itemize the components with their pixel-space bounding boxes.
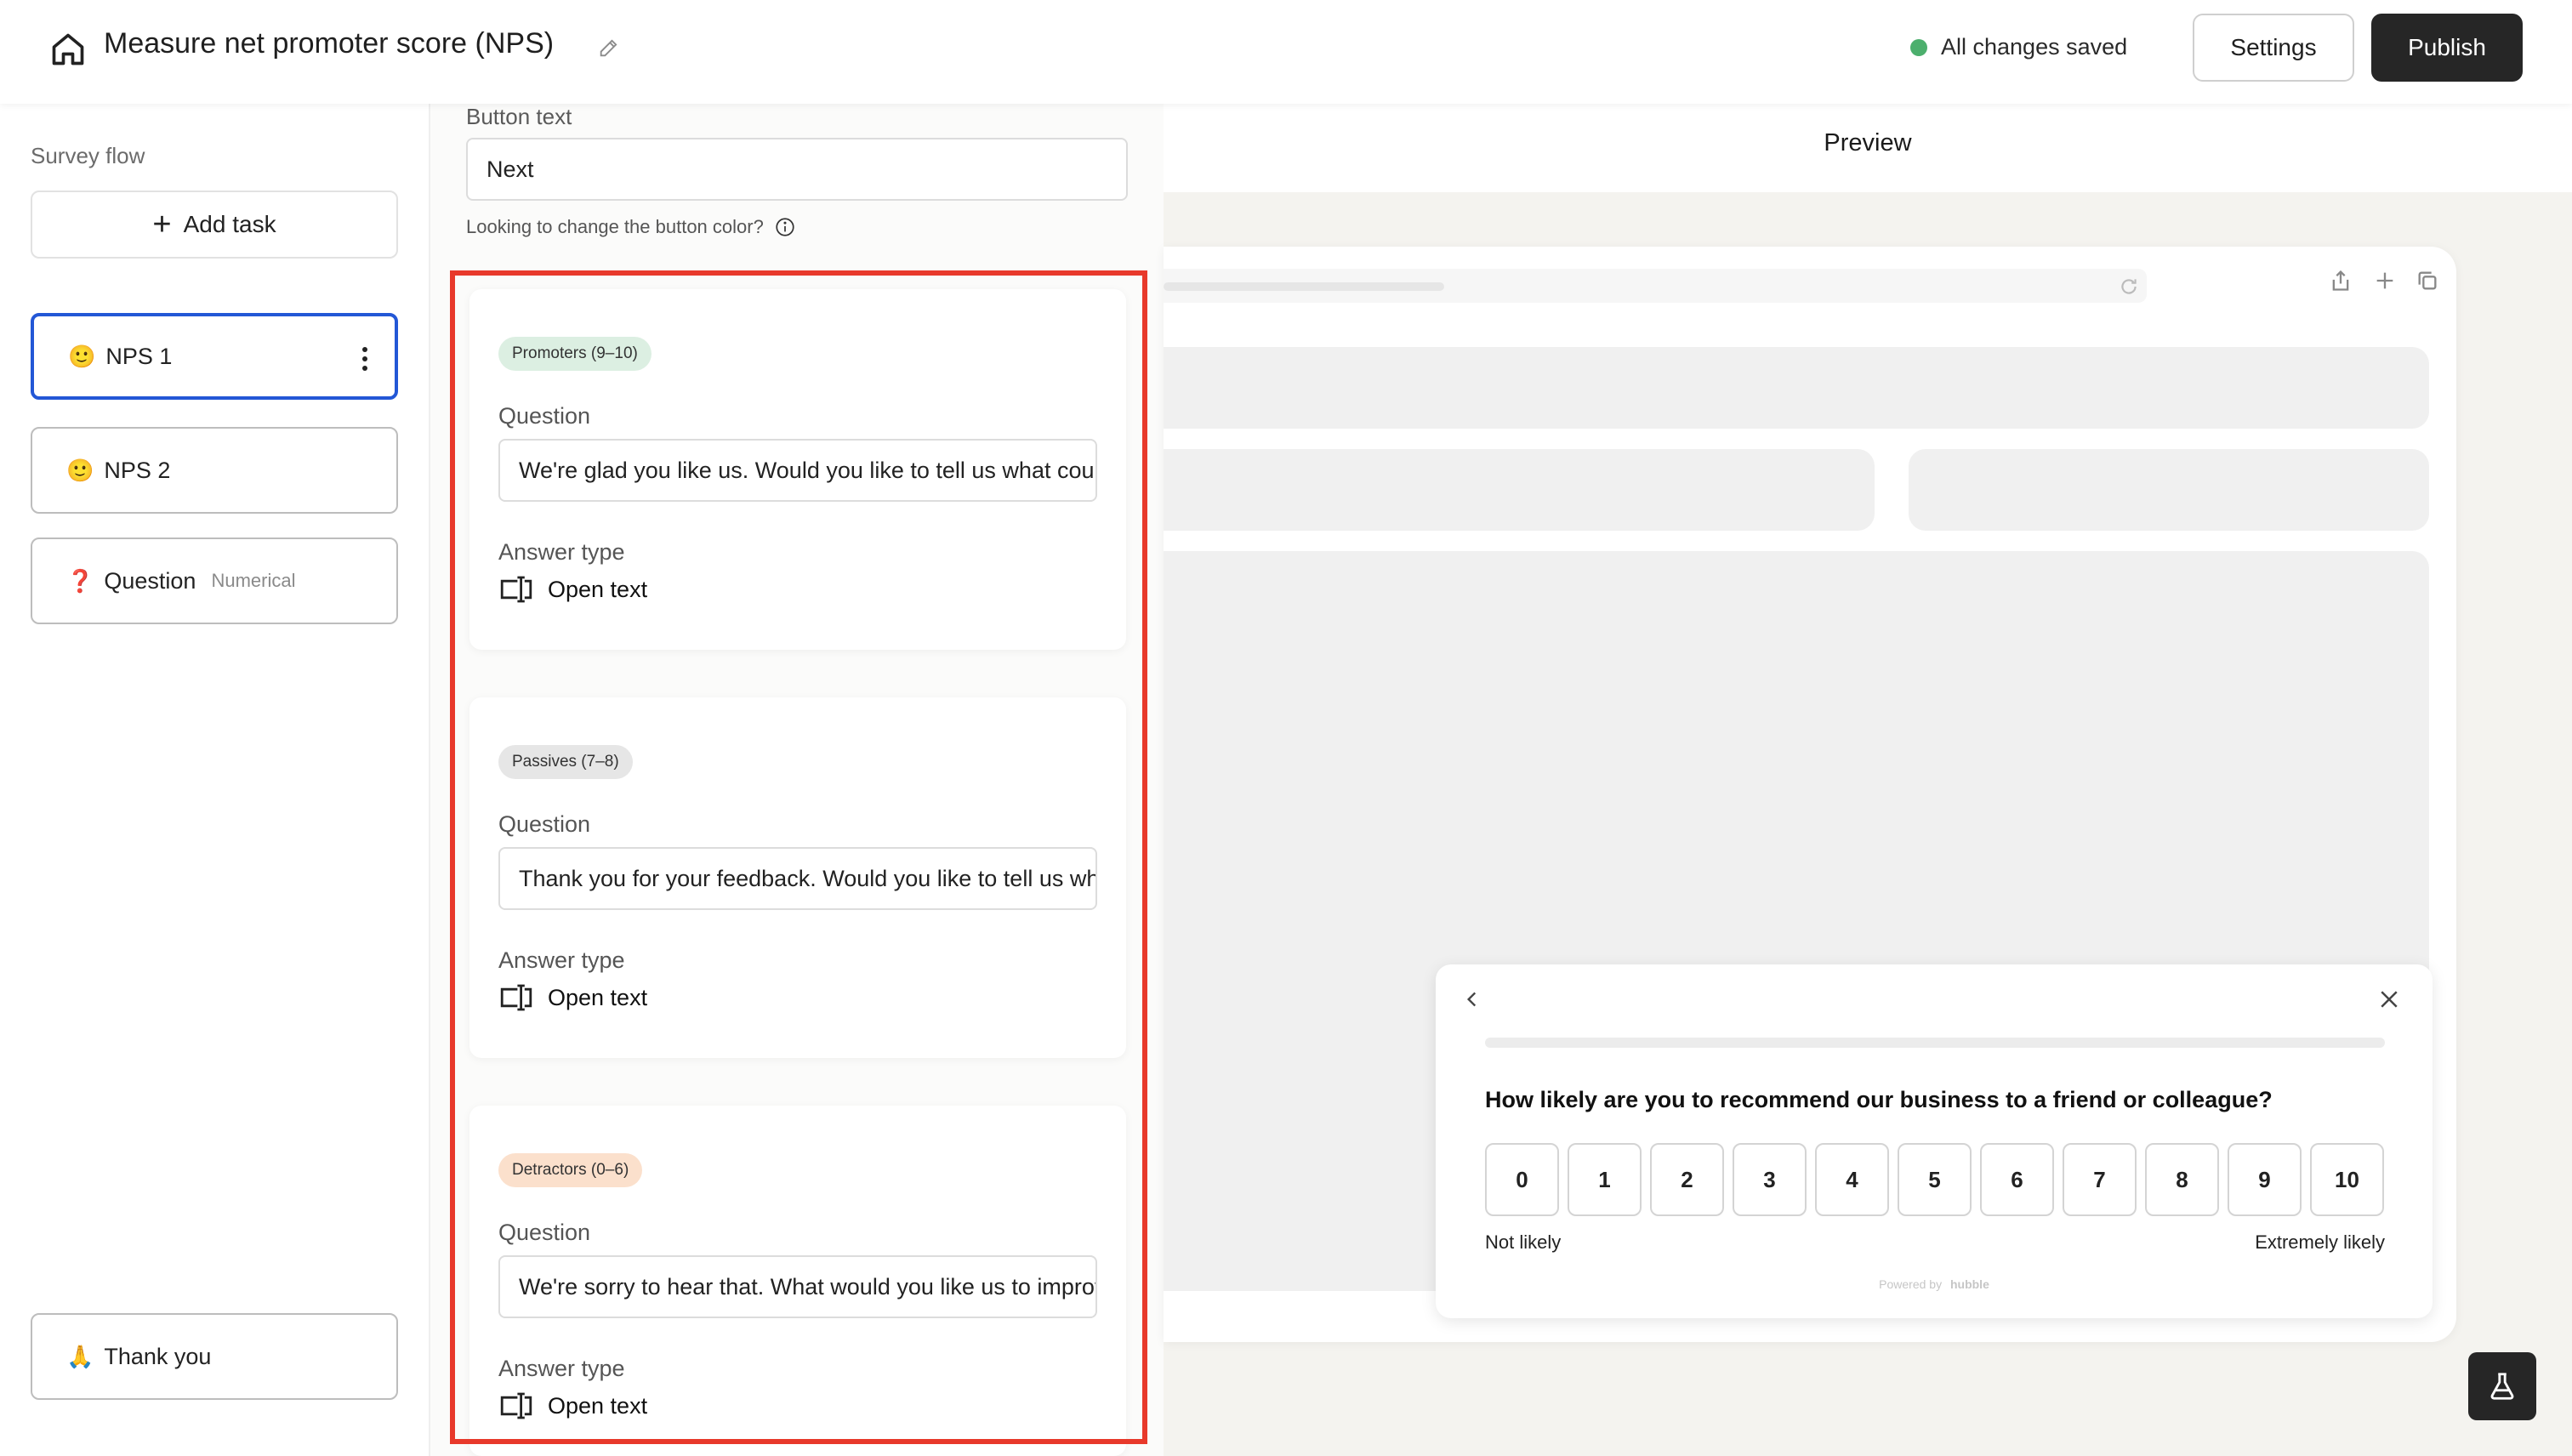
passives-card: Passives (7–8) Question Thank you for yo… — [469, 697, 1126, 1058]
close-icon[interactable] — [2376, 987, 2402, 1012]
info-icon[interactable] — [774, 216, 796, 238]
status-dot-icon — [1910, 38, 1927, 56]
save-status: All changes saved — [1910, 34, 2127, 60]
flow-item-label: Question — [104, 567, 196, 594]
flow-item-label: NPS 1 — [105, 343, 173, 369]
scale-low-label: Not likely — [1485, 1231, 1562, 1253]
praying-hands-icon: 🙏 — [66, 1343, 94, 1369]
nps-question: How likely are you to recommend our busi… — [1485, 1087, 2273, 1112]
question-label: Question — [498, 1220, 591, 1245]
question-label: Question — [498, 403, 591, 429]
smile-emoji-icon: 🙂 — [66, 457, 94, 483]
placeholder-block-left — [1164, 449, 1875, 531]
question-input[interactable]: We're sorry to hear that. What would you… — [498, 1255, 1097, 1318]
plus-icon: + — [152, 207, 172, 242]
scale-option-4[interactable]: 4 — [1815, 1143, 1889, 1216]
detractors-card: Detractors (0–6) Question We're sorry to… — [469, 1106, 1126, 1456]
pencil-icon[interactable] — [597, 36, 621, 60]
tabs-overview-icon — [2418, 271, 2437, 290]
progress-bar — [1485, 1038, 2385, 1048]
placeholder-banner — [1164, 347, 2429, 429]
flow-item-nps-2[interactable]: 🙂 NPS 2 — [31, 427, 398, 514]
flow-item-thank-you[interactable]: 🙏 Thank you — [31, 1313, 398, 1400]
flow-item-label: Thank you — [104, 1343, 212, 1369]
scale-option-3[interactable]: 3 — [1733, 1143, 1807, 1216]
top-bar: Measure net promoter score (NPS) All cha… — [0, 0, 2572, 104]
survey-flow-sidebar: Survey flow + Add task 🙂 NPS 1 🙂 NPS 2 ❓… — [0, 104, 430, 1456]
save-status-text: All changes saved — [1941, 34, 2128, 60]
scale-option-8[interactable]: 8 — [2145, 1143, 2219, 1216]
add-task-button[interactable]: + Add task — [31, 191, 398, 259]
question-mark-icon: ❓ — [66, 567, 94, 594]
answer-type-label: Answer type — [498, 947, 625, 973]
button-text-label: Button text — [466, 104, 572, 129]
passives-badge: Passives (7–8) — [498, 745, 633, 779]
scale-option-5[interactable]: 5 — [1898, 1143, 1972, 1216]
scale-option-1[interactable]: 1 — [1568, 1143, 1642, 1216]
button-color-hint: Looking to change the button color? — [466, 216, 796, 238]
settings-button[interactable]: Settings — [2193, 14, 2354, 82]
share-icon — [2332, 270, 2349, 291]
add-task-label: Add task — [183, 211, 276, 237]
answer-type-select[interactable]: Open text — [498, 983, 647, 1012]
scale-option-0[interactable]: 0 — [1485, 1143, 1559, 1216]
answer-type-select[interactable]: Open text — [498, 575, 647, 604]
answer-type-value: Open text — [548, 1392, 648, 1419]
more-options-icon[interactable] — [362, 347, 369, 371]
scale-option-2[interactable]: 2 — [1650, 1143, 1724, 1216]
chevron-left-icon[interactable] — [1461, 988, 1483, 1010]
page-title: Measure net promoter score (NPS) — [104, 27, 555, 60]
text-field-icon — [500, 576, 532, 603]
detractors-badge: Detractors (0–6) — [498, 1153, 643, 1187]
scale-option-9[interactable]: 9 — [2228, 1143, 2302, 1216]
promoters-card: Promoters (9–10) Question We're glad you… — [469, 289, 1126, 650]
scale-option-10[interactable]: 10 — [2310, 1143, 2384, 1216]
url-bar — [1164, 269, 2147, 303]
answer-type-label: Answer type — [498, 1356, 625, 1381]
flow-item-question[interactable]: ❓ Question Numerical — [31, 537, 398, 624]
preview-title: Preview — [1824, 129, 1912, 156]
promoters-badge: Promoters (9–10) — [498, 337, 652, 371]
new-tab-plus-icon — [2376, 272, 2393, 289]
flow-item-label: NPS 2 — [104, 457, 171, 483]
hubble-logo: hubble — [1949, 1277, 1989, 1291]
powered-by-text: Powered by — [1879, 1277, 1943, 1291]
button-text-input[interactable]: Next — [466, 138, 1128, 201]
scale-option-7[interactable]: 7 — [2063, 1143, 2137, 1216]
answer-type-select[interactable]: Open text — [498, 1391, 647, 1420]
hint-text: Looking to change the button color? — [466, 216, 764, 237]
url-placeholder — [1164, 282, 1444, 291]
text-field-icon — [500, 984, 532, 1011]
publish-button[interactable]: Publish — [2371, 14, 2523, 82]
beta-lab-button[interactable] — [2468, 1352, 2536, 1420]
flask-icon — [2490, 1373, 2514, 1400]
sidebar-heading: Survey flow — [31, 143, 145, 168]
answer-type-label: Answer type — [498, 539, 625, 565]
question-input[interactable]: Thank you for your feedback. Would you l… — [498, 847, 1097, 910]
flow-item-type: Numerical — [211, 570, 296, 591]
answer-type-value: Open text — [548, 984, 648, 1010]
flow-item-nps-1[interactable]: 🙂 NPS 1 — [31, 313, 398, 400]
nps-survey-widget: How likely are you to recommend our busi… — [1436, 964, 2433, 1318]
scale-option-6[interactable]: 6 — [1980, 1143, 2054, 1216]
question-input[interactable]: We're glad you like us. Would you like t… — [498, 439, 1097, 502]
answer-type-value: Open text — [548, 576, 648, 602]
smile-emoji-icon: 🙂 — [68, 343, 96, 369]
scale-high-label: Extremely likely — [2255, 1231, 2385, 1253]
question-label: Question — [498, 811, 591, 837]
nps-scale: 0 1 2 3 4 5 6 7 8 9 10 — [1485, 1143, 2384, 1216]
preview-header: Preview — [1164, 104, 2572, 192]
text-field-icon — [500, 1392, 532, 1419]
powered-by: Powered by hubble — [1436, 1277, 2433, 1291]
refresh-icon — [2121, 279, 2137, 294]
home-icon[interactable] — [49, 31, 87, 68]
placeholder-block-right — [1909, 449, 2429, 531]
